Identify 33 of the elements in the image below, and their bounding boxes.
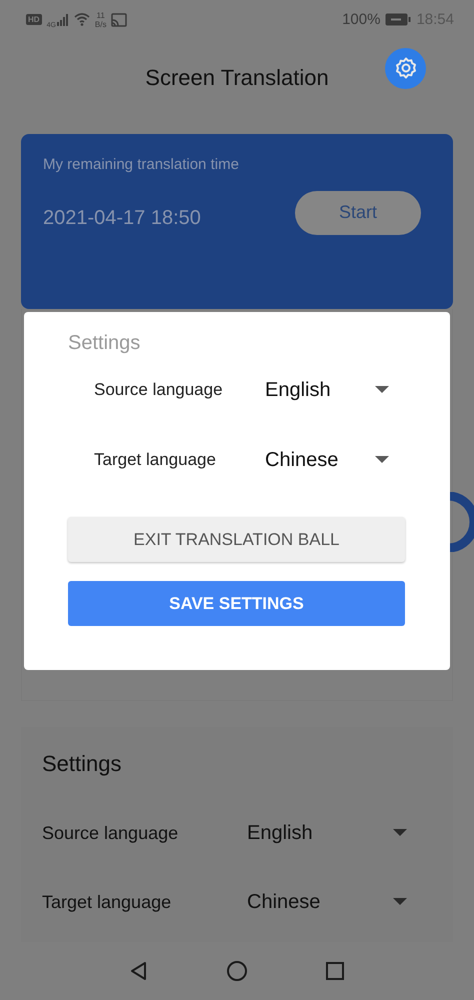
language-dropdown[interactable]: English: [265, 378, 389, 402]
recents-icon[interactable]: [325, 961, 346, 982]
caret-icon: [375, 386, 389, 394]
dialog-title: Settings: [68, 332, 142, 355]
remaining-time: 2021-04-17 18:50: [43, 207, 201, 230]
app-title: Screen Translation: [145, 65, 329, 92]
speed-unit: B/s: [94, 20, 106, 29]
back-icon[interactable]: [128, 961, 149, 982]
setting-label: Source language: [42, 822, 180, 844]
save-button[interactable]: SAVE SETTINGS: [68, 581, 405, 626]
language-dropdown[interactable]: Chinese: [247, 890, 407, 914]
settings-button[interactable]: [385, 48, 426, 89]
timer-label: My remaining translation time: [43, 156, 240, 173]
hd-badge: HD: [26, 14, 42, 26]
home-icon[interactable]: [226, 960, 248, 982]
battery-icon: [385, 13, 412, 26]
caret-icon: [375, 456, 389, 464]
language-dropdown[interactable]: English: [247, 822, 407, 845]
signal-icon: [56, 14, 69, 26]
battery-percent: 100%: [342, 11, 380, 28]
setting-label: Target language: [42, 892, 172, 913]
card-title: Settings: [42, 750, 122, 777]
settings-icon: [394, 56, 418, 80]
setting-label: Source language: [94, 380, 224, 400]
cast-icon: [111, 12, 128, 27]
start-button[interactable]: Start: [295, 190, 421, 235]
setting-label: Target language: [94, 450, 217, 470]
exit-button[interactable]: EXIT TRANSLATION BALL: [68, 517, 405, 562]
language-dropdown[interactable]: Chinese: [265, 448, 389, 472]
caret-icon: [393, 898, 407, 906]
speed-value: 11: [96, 10, 105, 20]
caret-icon: [393, 829, 407, 838]
wifi-icon: [74, 13, 90, 26]
